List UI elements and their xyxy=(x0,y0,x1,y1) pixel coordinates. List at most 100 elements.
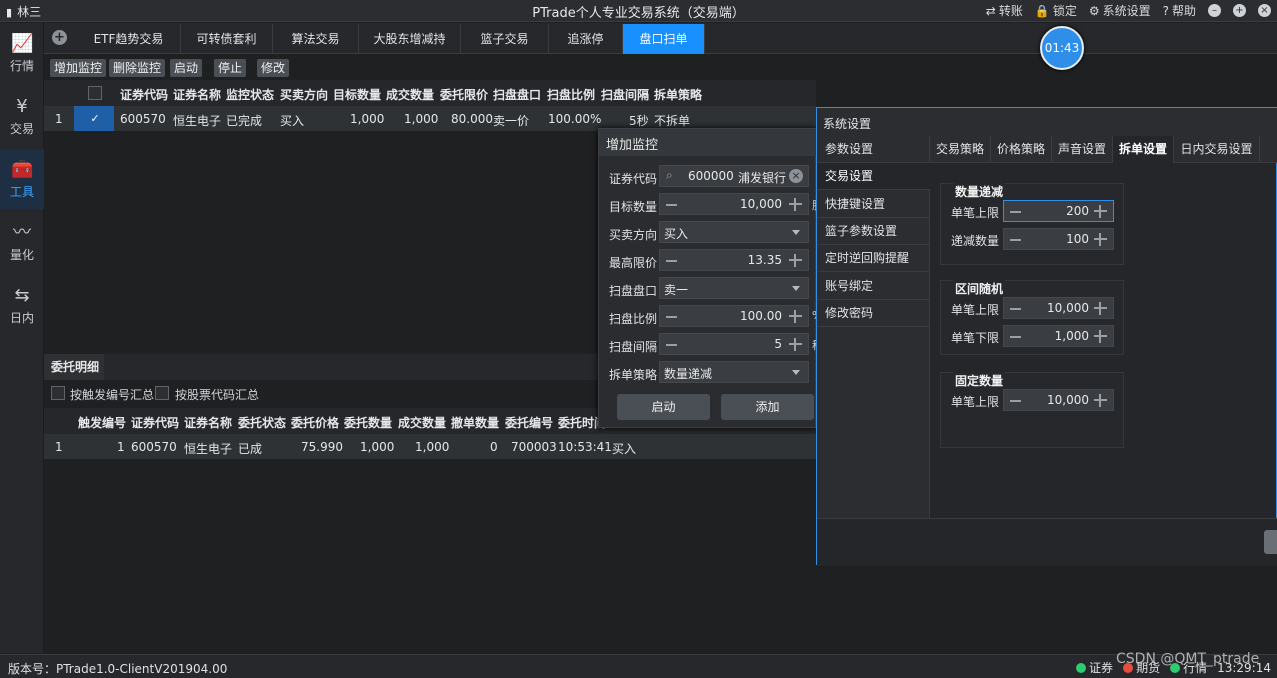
add-tab-icon[interactable]: + xyxy=(52,30,67,45)
plus-icon[interactable] xyxy=(1094,233,1107,246)
minimize-icon[interactable]: – xyxy=(1208,4,1221,17)
sidebar-item-tools[interactable]: 🧰 工具 xyxy=(0,149,44,209)
start-button[interactable]: 启动 xyxy=(170,59,203,77)
col-filled[interactable]: 成交数量 xyxy=(386,86,434,103)
col-name[interactable]: 证券名称 xyxy=(184,414,232,431)
close-icon[interactable]: × xyxy=(1258,4,1271,17)
group-by-code-label[interactable]: 按股票代码汇总 xyxy=(175,386,259,403)
minus-icon[interactable] xyxy=(1010,211,1021,213)
help-button[interactable]: ? 帮助 xyxy=(1163,2,1196,19)
stop-button[interactable]: 停止 xyxy=(214,59,247,77)
tab-sound[interactable]: 声音设置 xyxy=(1052,136,1113,163)
fixed-max-stepper[interactable]: 10,000 xyxy=(1003,389,1114,411)
plus-icon[interactable] xyxy=(789,254,802,267)
tab-basket[interactable]: 篮子交易 xyxy=(461,24,549,54)
tab-limit-up[interactable]: 追涨停 xyxy=(549,24,623,54)
qty-stepper[interactable]: 10,000 xyxy=(659,193,809,215)
nav-hotkeys[interactable]: 快捷键设置 xyxy=(817,191,930,218)
col-direction[interactable]: 买卖方向 xyxy=(280,86,328,103)
plus-icon[interactable] xyxy=(1094,302,1107,315)
col-code[interactable]: 证券代码 xyxy=(131,414,179,431)
sidebar-item-trade[interactable]: ¥ 交易 xyxy=(0,86,44,146)
minus-icon[interactable] xyxy=(666,260,677,262)
delete-monitor-button[interactable]: 删除监控 xyxy=(109,59,166,77)
col-strategy[interactable]: 拆单策略 xyxy=(654,86,702,103)
table-row[interactable]: 1 1 600570 恒生电子 已成 75.990 1,000 1,000 0 … xyxy=(44,434,816,459)
nav-params[interactable]: 参数设置 xyxy=(817,136,930,163)
minus-icon[interactable] xyxy=(1010,336,1021,338)
nav-basket-params[interactable]: 篮子参数设置 xyxy=(817,218,930,245)
sidebar-item-intraday[interactable]: ⇆ 日内 xyxy=(0,275,44,335)
minus-icon[interactable] xyxy=(1010,308,1021,310)
plus-icon[interactable] xyxy=(789,198,802,211)
col-ratio[interactable]: 扫盘比例 xyxy=(547,86,595,103)
minus-icon[interactable] xyxy=(666,344,677,346)
col-target[interactable]: 目标数量 xyxy=(333,86,381,103)
interval-stepper[interactable]: 5 xyxy=(659,333,809,355)
nav-account-binding[interactable]: 账号绑定 xyxy=(817,273,930,300)
tab-sweep[interactable]: 盘口扫单 xyxy=(623,24,705,54)
dialog-start-button[interactable]: 启动 xyxy=(617,394,710,420)
minus-icon[interactable] xyxy=(666,316,677,318)
col-order-no[interactable]: 委托编号 xyxy=(505,414,553,431)
detail-tab[interactable]: 委托明细 xyxy=(44,354,104,380)
direction-select[interactable]: 买入 xyxy=(659,221,809,243)
minus-icon[interactable] xyxy=(666,204,677,206)
nav-trade-settings[interactable]: 交易设置 xyxy=(817,163,930,190)
settings-confirm-button[interactable] xyxy=(1264,530,1277,554)
transfer-button[interactable]: ⇄ 转账 xyxy=(986,2,1023,19)
col-qty[interactable]: 委托数量 xyxy=(344,414,392,431)
tab-split-order[interactable]: 拆单设置 xyxy=(1113,136,1174,163)
tab-trade-strategy[interactable]: 交易策略 xyxy=(930,136,991,163)
plus-icon[interactable] xyxy=(789,338,802,351)
tab-shareholder[interactable]: 大股东增减持 xyxy=(359,24,461,54)
tab-intraday[interactable]: 日内交易设置 xyxy=(1174,136,1260,163)
decrease-max-stepper[interactable]: 200 xyxy=(1003,200,1114,222)
price-stepper[interactable]: 13.35 xyxy=(659,249,809,271)
col-level[interactable]: 扫盘盘口 xyxy=(493,86,541,103)
plus-icon[interactable] xyxy=(1094,330,1107,343)
level-select[interactable]: 卖一 xyxy=(659,277,809,299)
decrease-step-stepper[interactable]: 100 xyxy=(1003,228,1114,250)
clear-icon[interactable]: × xyxy=(789,169,803,183)
group-by-trigger-label[interactable]: 按触发编号汇总 xyxy=(70,386,154,403)
col-cancel[interactable]: 撤单数量 xyxy=(451,414,499,431)
minus-icon[interactable] xyxy=(1010,239,1021,241)
plus-icon[interactable] xyxy=(1094,205,1107,218)
settings-button[interactable]: ⚙ 系统设置 xyxy=(1089,2,1151,19)
modify-button[interactable]: 修改 xyxy=(257,59,290,77)
add-monitor-button[interactable]: 增加监控 xyxy=(50,59,107,77)
maximize-icon[interactable]: + xyxy=(1233,4,1246,17)
group-by-code-checkbox[interactable] xyxy=(155,386,169,400)
plus-icon[interactable] xyxy=(789,310,802,323)
col-status[interactable]: 监控状态 xyxy=(226,86,274,103)
random-min-stepper[interactable]: 1,000 xyxy=(1003,325,1114,347)
nav-repo-reminder[interactable]: 定时逆回购提醒 xyxy=(817,245,930,272)
random-max-stepper[interactable]: 10,000 xyxy=(1003,297,1114,319)
select-all-checkbox[interactable] xyxy=(88,86,102,100)
tab-etf-trend[interactable]: ETF趋势交易 xyxy=(77,24,181,54)
nav-change-password[interactable]: 修改密码 xyxy=(817,300,930,327)
sidebar-item-quant[interactable]: 〰量化 xyxy=(0,212,44,272)
col-limit[interactable]: 委托限价 xyxy=(440,86,488,103)
col-code[interactable]: 证券代码 xyxy=(120,86,168,103)
col-interval[interactable]: 扫盘间隔 xyxy=(601,86,649,103)
dialog-add-button[interactable]: 添加 xyxy=(721,394,814,420)
col-status[interactable]: 委托状态 xyxy=(238,414,286,431)
col-name[interactable]: 证券名称 xyxy=(173,86,221,103)
group-by-trigger-checkbox[interactable] xyxy=(51,386,65,400)
col-price[interactable]: 委托价格 xyxy=(291,414,339,431)
lock-button[interactable]: 🔒 锁定 xyxy=(1035,2,1077,19)
col-filled[interactable]: 成交数量 xyxy=(398,414,446,431)
tab-algo[interactable]: 算法交易 xyxy=(273,24,359,54)
plus-icon[interactable] xyxy=(1094,394,1107,407)
col-trigger[interactable]: 触发编号 xyxy=(78,414,126,431)
row-checkbox[interactable]: ✓ xyxy=(88,111,102,125)
ratio-stepper[interactable]: 100.00 xyxy=(659,305,809,327)
minus-icon[interactable] xyxy=(1010,400,1021,402)
strategy-select[interactable]: 数量递减 xyxy=(659,361,809,383)
sidebar-item-market[interactable]: 📈 行情 xyxy=(0,23,44,83)
code-input[interactable]: ⌕ 600000 浦发银行 × xyxy=(659,165,809,187)
tab-convertible[interactable]: 可转债套利 xyxy=(181,24,273,54)
tab-price-strategy[interactable]: 价格策略 xyxy=(991,136,1052,163)
